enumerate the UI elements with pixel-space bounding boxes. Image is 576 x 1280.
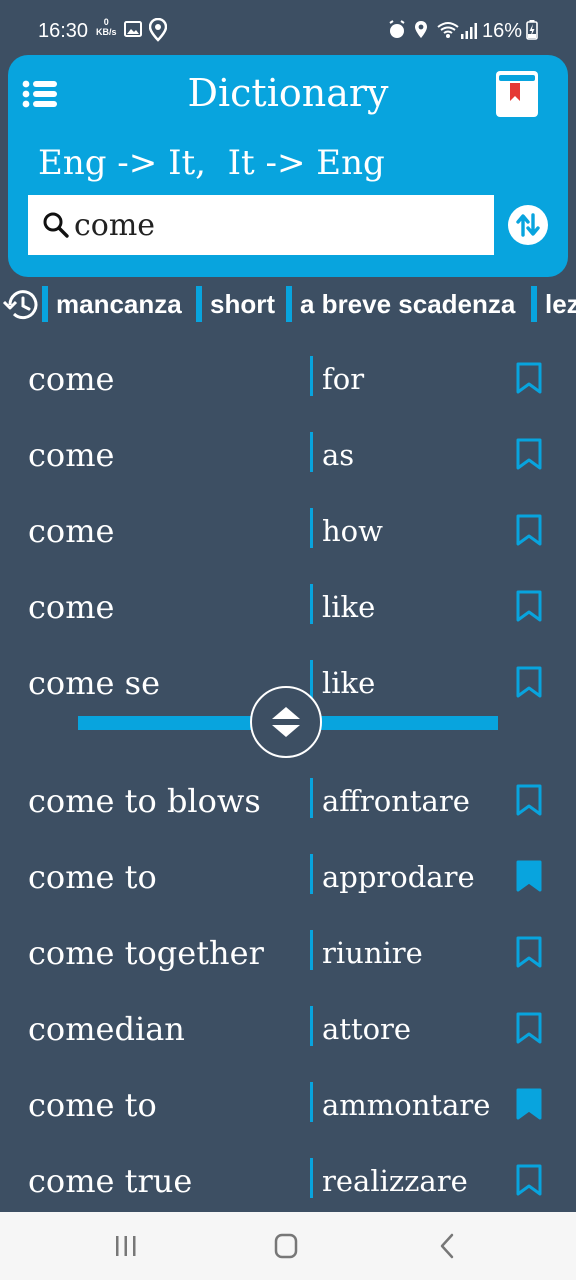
search-input[interactable] <box>74 203 484 247</box>
bookmark-icon[interactable] <box>516 784 542 816</box>
result-translation: ammontare <box>322 1088 491 1122</box>
system-nav-bar <box>0 1212 576 1280</box>
result-word[interactable]: come to <box>28 1086 157 1124</box>
bookmark-icon[interactable] <box>516 514 542 546</box>
result-translation: riunire <box>322 936 423 970</box>
swap-languages-button[interactable] <box>508 205 548 245</box>
resize-vertical-icon <box>272 707 300 737</box>
result-word[interactable]: come <box>28 436 114 474</box>
history-icon[interactable] <box>2 288 40 322</box>
result-translation: affrontare <box>322 784 470 818</box>
divider <box>310 1082 313 1122</box>
page-title: Dictionary <box>187 71 389 115</box>
result-word[interactable]: come <box>28 588 114 626</box>
result-word[interactable]: come to blows <box>28 782 261 820</box>
list-item: come true realizzare <box>0 1144 576 1220</box>
divider <box>310 508 313 548</box>
result-word[interactable]: come true <box>28 1162 192 1200</box>
bookmark-icon[interactable] <box>516 936 542 968</box>
bookmark-icon[interactable] <box>516 1012 542 1044</box>
status-bar: 16:30 0 KB/s 16% <box>0 0 576 60</box>
bookmark-icon[interactable] <box>516 1164 542 1196</box>
history-item[interactable]: mancanza <box>42 286 182 322</box>
result-translation: like <box>322 590 376 624</box>
divider <box>310 930 313 970</box>
result-word[interactable]: come <box>28 512 114 550</box>
location-icon <box>149 18 167 42</box>
battery-percent: 16% <box>481 20 522 42</box>
bookmark-icon[interactable] <box>516 666 542 698</box>
search-box <box>28 195 494 255</box>
divider <box>310 584 313 624</box>
result-word[interactable]: come <box>28 360 114 398</box>
list-item: come together riunire <box>0 916 576 992</box>
list-item: come as <box>0 418 576 494</box>
divider <box>310 432 313 472</box>
app-header: Dictionary Eng -> It, It -> Eng <box>8 55 568 277</box>
list-item: come for <box>0 342 576 418</box>
history-item[interactable]: a breve scadenza <box>286 286 515 322</box>
recent-apps-icon[interactable] <box>106 1228 146 1264</box>
result-translation: as <box>322 438 355 472</box>
split-handle[interactable] <box>250 686 322 758</box>
list-item: come to blows affrontare <box>0 764 576 840</box>
home-icon[interactable] <box>266 1228 306 1264</box>
language-direction: Eng -> It, It -> Eng <box>38 143 385 183</box>
bookmark-book-icon <box>499 75 535 113</box>
result-translation: realizzare <box>322 1164 468 1198</box>
divider <box>310 854 313 894</box>
status-time: 16:30 <box>38 20 89 42</box>
swap-vertical-icon <box>516 213 540 237</box>
list-item: come to ammontare <box>0 1068 576 1144</box>
bookmark-icon[interactable] <box>516 362 542 394</box>
search-icon <box>43 212 69 238</box>
location-icon <box>415 21 427 38</box>
result-translation: approdare <box>322 860 475 894</box>
back-icon[interactable] <box>428 1228 468 1264</box>
bookmarks-button[interactable] <box>496 71 538 117</box>
signal-icon <box>461 23 477 39</box>
bookmark-filled-icon[interactable] <box>516 1088 542 1120</box>
result-word[interactable]: come together <box>28 934 264 972</box>
list-item: come how <box>0 494 576 570</box>
bookmark-filled-icon[interactable] <box>516 860 542 892</box>
result-word[interactable]: comedian <box>28 1010 185 1048</box>
network-speed: 0 KB/s <box>96 17 117 37</box>
result-word[interactable]: come se <box>28 664 160 702</box>
result-translation: how <box>322 514 383 548</box>
alarm-icon <box>389 20 405 38</box>
bookmark-icon[interactable] <box>516 438 542 470</box>
bookmark-icon[interactable] <box>516 590 542 622</box>
divider <box>310 356 313 396</box>
divider <box>310 1158 313 1198</box>
battery-charging-icon <box>526 20 538 40</box>
result-translation: attore <box>322 1012 412 1046</box>
history-item[interactable]: short <box>196 286 275 322</box>
wifi-icon <box>437 22 459 38</box>
history-item[interactable]: lez <box>531 286 576 322</box>
result-word[interactable]: come to <box>28 858 157 896</box>
list-item: comedian attore <box>0 992 576 1068</box>
network-speed-unit: KB/s <box>96 27 117 37</box>
list-item: come like <box>0 570 576 646</box>
result-translation: like <box>322 666 376 700</box>
network-speed-value: 0 <box>103 17 109 27</box>
divider <box>310 1006 313 1046</box>
history-strip: mancanza short a breve scadenza lez <box>0 282 576 330</box>
list-item: come to approdare <box>0 840 576 916</box>
result-translation: for <box>322 362 365 396</box>
divider <box>310 778 313 818</box>
image-icon <box>124 21 142 37</box>
